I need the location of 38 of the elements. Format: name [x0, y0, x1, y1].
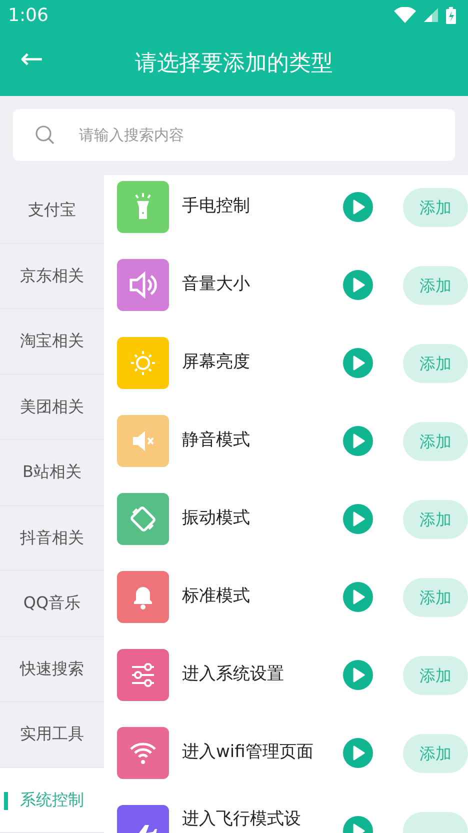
category-item[interactable]: 系统控制: [0, 768, 104, 833]
category-item[interactable]: 抖音相关: [0, 506, 104, 571]
wifi-icon: [394, 7, 416, 23]
add-button[interactable]: 添加: [403, 266, 468, 305]
action-label: 音量大小: [182, 273, 251, 296]
play-icon[interactable]: [343, 426, 373, 456]
battery-icon: [446, 6, 456, 24]
search-field[interactable]: 请输入搜索内容: [13, 109, 455, 161]
action-label: 标准模式: [182, 585, 251, 608]
action-label: 静音模式: [182, 429, 251, 452]
add-button[interactable]: 添加: [403, 344, 468, 383]
add-button[interactable]: 添加: [403, 500, 468, 539]
category-item[interactable]: 美团相关: [0, 374, 104, 440]
play-icon[interactable]: [343, 348, 373, 378]
add-button[interactable]: 添加: [403, 188, 468, 227]
back-button[interactable]: ←: [18, 45, 46, 73]
add-button[interactable]: 添加: [403, 656, 468, 695]
action-label: 进入飞行模式设: [182, 808, 302, 831]
add-button[interactable]: 添加: [403, 422, 468, 461]
signal-icon: [424, 8, 438, 22]
search-icon: [35, 125, 55, 145]
category-item[interactable]: 京东相关: [0, 244, 104, 309]
action-label: 屏幕亮度: [182, 351, 251, 374]
action-label: 振动模式: [182, 507, 251, 530]
add-button[interactable]: 添加: [403, 734, 468, 773]
play-icon[interactable]: [343, 738, 373, 768]
play-icon[interactable]: [343, 582, 373, 612]
category-item[interactable]: 快速搜索: [0, 636, 104, 702]
action-label: 手电控制: [182, 195, 251, 218]
play-icon[interactable]: [343, 660, 373, 690]
status-time: 1:06: [8, 4, 48, 28]
action-label: 进入wifi管理页面: [182, 741, 314, 764]
play-icon[interactable]: [343, 192, 373, 222]
action-label: 进入系统设置: [182, 663, 285, 686]
play-icon[interactable]: [343, 270, 373, 300]
page-title: 请选择要添加的类型: [135, 50, 333, 78]
add-button[interactable]: 添加: [403, 578, 468, 617]
play-icon[interactable]: [343, 504, 373, 534]
